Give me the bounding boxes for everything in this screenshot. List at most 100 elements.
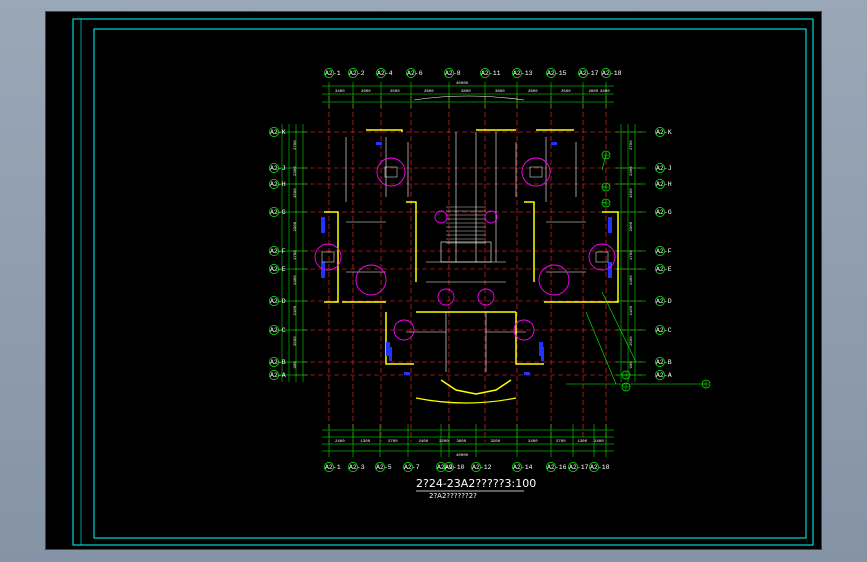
- column: [321, 217, 325, 233]
- dim-text-bottom: 3200: [491, 440, 501, 444]
- dim-text-top: 2600: [528, 90, 538, 94]
- dim-text-left: 1700: [294, 250, 298, 260]
- column: [608, 217, 612, 233]
- axis-bubble-right: A2-C: [656, 327, 672, 334]
- drawing-subtitle: 2?A2??????2?: [429, 492, 477, 500]
- floor-plan-drawing: A2-1 A2-2 A2-4 A2-6 A2-8 A2-11 A2-13 A2-15 A2-17…: [72, 18, 814, 546]
- dim-text-bottom: 2700: [556, 440, 566, 444]
- dim-text-top: 2600: [424, 90, 434, 94]
- bottom-arc: [415, 397, 517, 404]
- axis-bubble-left: A2-C: [270, 327, 286, 334]
- fixture-box: [529, 166, 543, 178]
- leader-line: [585, 311, 617, 385]
- dim-text-right: 2300: [630, 166, 634, 176]
- axis-bubble-bottom: A2-14: [513, 464, 533, 471]
- dim-text-left: 1500: [294, 188, 298, 198]
- column: [608, 262, 612, 278]
- axis-bubble-right: A2-D: [656, 298, 672, 305]
- axis-bubble-top: A2-2: [349, 70, 365, 77]
- dim-text-bottom: 2400: [335, 440, 345, 444]
- fixture-circle: [314, 243, 342, 271]
- axis-bubble-left: A2-G: [270, 209, 286, 216]
- dim-text-bottom: 2400: [528, 440, 538, 444]
- axis-bubble-bottom: A2-16: [547, 464, 567, 471]
- axis-bubble-top: A2-1: [325, 70, 341, 77]
- axis-bubble-top: A2-8: [445, 70, 461, 77]
- axis-bubble-left: A2-E: [270, 266, 286, 273]
- dim-text-top: 2600: [361, 90, 371, 94]
- axis-bubble-bottom: A2-17: [569, 464, 589, 471]
- drawing-title: 2?24-23A2?????3:100: [416, 477, 536, 490]
- axis-bubble-bottom: A2-12: [472, 464, 492, 471]
- fixture-box: [384, 166, 398, 178]
- column: [524, 372, 530, 375]
- dim-text-top: 3400: [335, 90, 345, 94]
- axis-bubble-top: A2-18: [602, 70, 622, 77]
- axis-bubble-top: A2-17: [579, 70, 599, 77]
- column: [321, 262, 325, 278]
- dim-text-bottom: 1300: [361, 440, 371, 444]
- axis-bubble-left: A2-B: [270, 359, 286, 366]
- column: [541, 347, 544, 361]
- dim-text-bottom: 3200: [439, 440, 449, 444]
- fixture-circle: [588, 243, 616, 271]
- fixture-circle: [477, 288, 495, 306]
- axis-bubble-bottom: A2-18: [590, 464, 610, 471]
- column: [551, 142, 557, 145]
- dim-text-top: 3800: [495, 90, 505, 94]
- building-plan: [314, 95, 711, 404]
- fixture-circle: [538, 264, 570, 296]
- dim-text-right: 2500: [630, 336, 634, 346]
- dim-text-top: 2500: [561, 90, 571, 94]
- dim-text-top: 3800: [461, 90, 471, 94]
- dim-text-bottom: 2400: [594, 440, 604, 444]
- axis-bubble-top: A2-4: [377, 70, 393, 77]
- axis-bubble-left: A2-H: [270, 181, 286, 188]
- axis-bubble-bottom: A2-7: [404, 464, 420, 471]
- axis-bubble-right: A2-G: [656, 209, 672, 216]
- dim-text-left: 2400: [294, 275, 298, 285]
- axis-bubble-top: A2-6: [407, 70, 423, 77]
- dim-text-left: 2900: [294, 221, 298, 231]
- dim-text-bottom: 3800: [457, 440, 467, 444]
- dim-text-top: 2500: [390, 90, 400, 94]
- dim-text-right: 2400: [630, 275, 634, 285]
- dim-text-top: 2600: [589, 90, 599, 94]
- axis-bubble-right: A2-A: [656, 372, 672, 379]
- axis-bubble-right: A2-F: [656, 248, 672, 255]
- axis-bubble-bottom: A2-10: [445, 464, 465, 471]
- axis-bubble-right: A2-B: [656, 359, 672, 366]
- dim-text-bottom: 2700: [388, 440, 398, 444]
- axis-bubble-bottom: A2-5: [376, 464, 392, 471]
- leader-line: [601, 291, 637, 363]
- inner-frame: [93, 28, 807, 539]
- dim-text-right: 1500: [630, 188, 634, 198]
- axis-bubble-top: A2-13: [513, 70, 533, 77]
- axis-bubble-bottom: A2-1: [325, 464, 341, 471]
- dim-text-right: 2900: [630, 221, 634, 231]
- fixture-box: [321, 251, 335, 263]
- axis-bubble-left: A2-J: [270, 165, 286, 172]
- axis-bubble-left: A2-A: [270, 372, 286, 379]
- dim-text-bottom: 2400: [419, 440, 429, 444]
- cad-viewport[interactable]: A2-1 A2-2 A2-4 A2-6 A2-8 A2-11 A2-13 A2-15 A2-17…: [46, 12, 821, 549]
- fixture-circle: [434, 210, 448, 224]
- dim-text-right: 2100: [630, 305, 634, 315]
- fixture-circle: [355, 264, 387, 296]
- fixture-circle: [437, 288, 455, 306]
- axis-bubble-left: A2-K: [270, 129, 286, 136]
- wall: [324, 211, 339, 303]
- axis-bubble-left: A2-F: [270, 248, 286, 255]
- axis-bubble-left: A2-D: [270, 298, 286, 305]
- dim-text-right: 1700: [630, 250, 634, 260]
- axis-bubble-right: A2-H: [656, 181, 672, 188]
- column: [404, 372, 410, 375]
- axis-bubble-top: A2-11: [481, 70, 501, 77]
- dim-text-left: 2500: [294, 336, 298, 346]
- dim-text-left: 2300: [294, 166, 298, 176]
- elevator-shaft: [440, 241, 492, 263]
- dim-total-bottom: 40000: [456, 454, 469, 458]
- top-arc: [413, 95, 525, 101]
- axis-bubble-right: A2-E: [656, 266, 672, 273]
- axis-bubble-bottom: A2-3: [349, 464, 365, 471]
